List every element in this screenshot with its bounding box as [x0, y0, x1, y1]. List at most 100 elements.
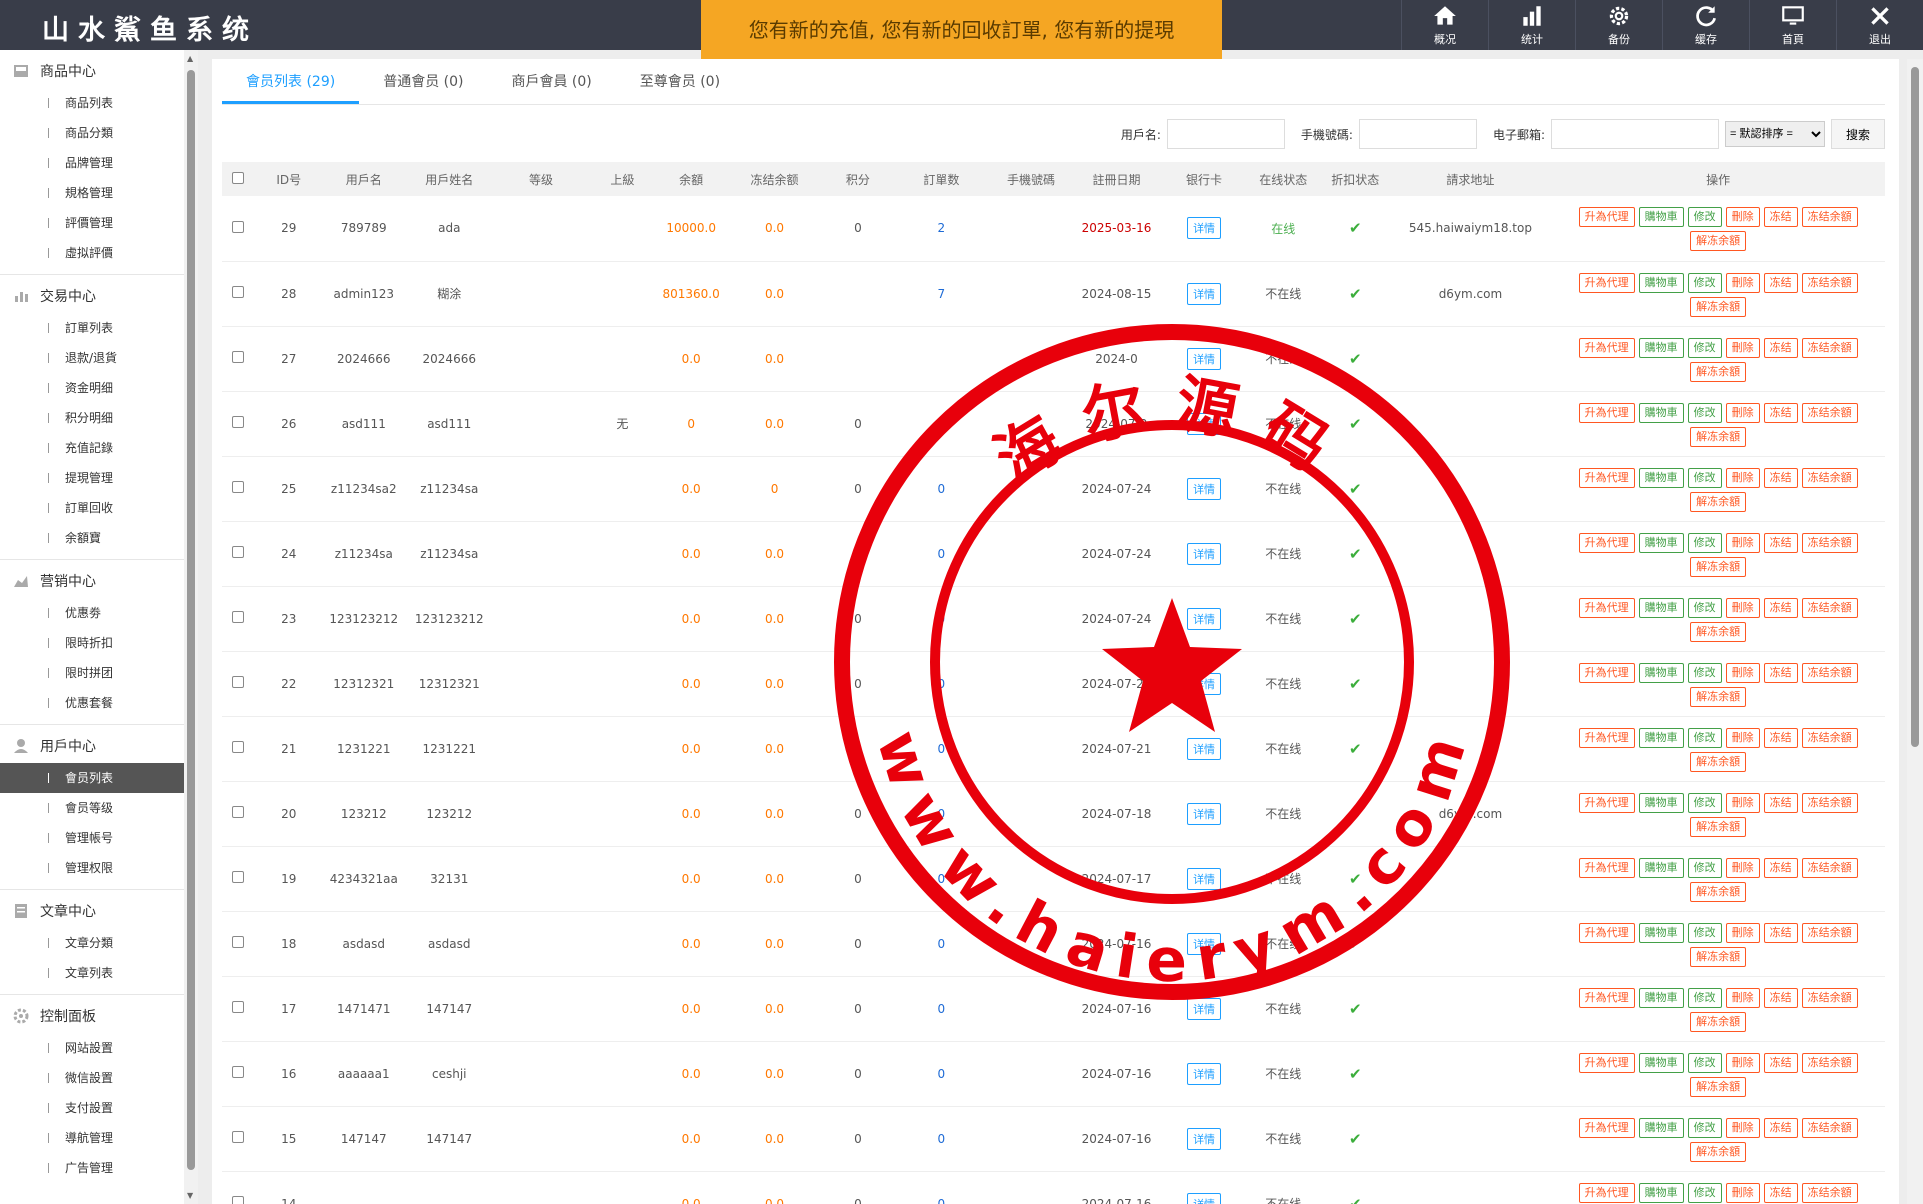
freeze-balance-button[interactable]: 冻结余額: [1801, 402, 1858, 423]
username-input[interactable]: [1166, 119, 1285, 149]
row-select-cell[interactable]: [222, 976, 253, 1041]
edit-button[interactable]: 修改: [1687, 792, 1722, 813]
promote-agent-button[interactable]: 升為代理: [1578, 337, 1635, 358]
cart-button[interactable]: 購物車: [1638, 1052, 1684, 1073]
freeze-balance-button[interactable]: 冻结余額: [1801, 597, 1858, 618]
promote-agent-button[interactable]: 升為代理: [1578, 1182, 1635, 1203]
unfreeze-balance-button[interactable]: 解冻余額: [1690, 1141, 1747, 1162]
freeze-button[interactable]: 冻结: [1763, 402, 1798, 423]
delete-button[interactable]: 刪除: [1725, 1052, 1760, 1073]
topnav-logout[interactable]: 退出: [1836, 0, 1923, 50]
row-select-cell[interactable]: [222, 391, 253, 456]
cart-button[interactable]: 購物車: [1638, 1117, 1684, 1138]
phone-input[interactable]: [1358, 119, 1477, 149]
freeze-button[interactable]: 冻结: [1763, 1117, 1798, 1138]
delete-button[interactable]: 刪除: [1725, 207, 1760, 228]
edit-button[interactable]: 修改: [1687, 532, 1722, 553]
main-scrollbar[interactable]: [1907, 59, 1923, 1204]
sidebar-group-header[interactable]: 商品中心: [0, 54, 184, 88]
sidebar-item[interactable]: 管理权限: [0, 853, 184, 883]
row-select-cell[interactable]: [222, 716, 253, 781]
freeze-button[interactable]: 冻结: [1763, 792, 1798, 813]
freeze-button[interactable]: 冻结: [1763, 467, 1798, 488]
freeze-balance-button[interactable]: 冻结余額: [1801, 467, 1858, 488]
row-select-cell[interactable]: [222, 1041, 253, 1106]
detail-button[interactable]: 详情: [1187, 347, 1222, 370]
notification-banner[interactable]: 您有新的充值, 您有新的回收訂單, 您有新的提現: [701, 0, 1222, 59]
edit-button[interactable]: 修改: [1687, 987, 1722, 1008]
edit-button[interactable]: 修改: [1687, 857, 1722, 878]
freeze-balance-button[interactable]: 冻结余額: [1801, 987, 1858, 1008]
unfreeze-balance-button[interactable]: 解冻余額: [1690, 361, 1747, 382]
delete-button[interactable]: 刪除: [1725, 532, 1760, 553]
promote-agent-button[interactable]: 升為代理: [1578, 597, 1635, 618]
edit-button[interactable]: 修改: [1687, 1052, 1722, 1073]
row-select-cell[interactable]: [222, 196, 253, 261]
scrollbar-thumb[interactable]: [1911, 67, 1919, 747]
sidebar-item[interactable]: 优惠套餐: [0, 688, 184, 718]
freeze-balance-button[interactable]: 冻结余額: [1801, 1182, 1858, 1203]
sidebar-item[interactable]: 管理帳号: [0, 823, 184, 853]
cart-button[interactable]: 購物車: [1638, 467, 1684, 488]
cart-button[interactable]: 購物車: [1638, 857, 1684, 878]
delete-button[interactable]: 刪除: [1725, 857, 1760, 878]
sidebar-item[interactable]: 商品列表: [0, 88, 184, 118]
row-select-cell[interactable]: [222, 326, 253, 391]
freeze-balance-button[interactable]: 冻结余額: [1801, 532, 1858, 553]
detail-button[interactable]: 详情: [1187, 477, 1222, 500]
cart-button[interactable]: 購物車: [1638, 792, 1684, 813]
delete-button[interactable]: 刪除: [1725, 922, 1760, 943]
row-checkbox[interactable]: [231, 1001, 244, 1013]
row-select-cell[interactable]: [222, 911, 253, 976]
row-checkbox[interactable]: [231, 871, 244, 883]
freeze-balance-button[interactable]: 冻结余額: [1801, 792, 1858, 813]
freeze-button[interactable]: 冻结: [1763, 727, 1798, 748]
sidebar-item[interactable]: 評價管理: [0, 208, 184, 238]
topnav-cache[interactable]: 缓存: [1662, 0, 1749, 50]
promote-agent-button[interactable]: 升為代理: [1578, 402, 1635, 423]
tab-premium-members[interactable]: 至尊會员 (0): [616, 59, 744, 104]
promote-agent-button[interactable]: 升為代理: [1578, 1052, 1635, 1073]
tab-member-list[interactable]: 會员列表 (29): [222, 59, 360, 104]
freeze-button[interactable]: 冻结: [1763, 532, 1798, 553]
sidebar-item[interactable]: 微信設置: [0, 1063, 184, 1093]
freeze-balance-button[interactable]: 冻结余額: [1801, 272, 1858, 293]
delete-button[interactable]: 刪除: [1725, 1182, 1760, 1203]
promote-agent-button[interactable]: 升為代理: [1578, 922, 1635, 943]
sidebar-item[interactable]: 品牌管理: [0, 148, 184, 178]
sidebar-item[interactable]: 限時折扣: [0, 628, 184, 658]
row-select-cell[interactable]: [222, 651, 253, 716]
row-checkbox[interactable]: [231, 1066, 244, 1078]
detail-button[interactable]: 详情: [1187, 932, 1222, 955]
unfreeze-balance-button[interactable]: 解冻余額: [1690, 946, 1747, 967]
unfreeze-balance-button[interactable]: 解冻余額: [1690, 751, 1747, 772]
detail-button[interactable]: 详情: [1187, 672, 1222, 695]
cart-button[interactable]: 購物車: [1638, 662, 1684, 683]
sidebar-group-header[interactable]: 用戶中心: [0, 729, 184, 763]
unfreeze-balance-button[interactable]: 解冻余額: [1690, 881, 1747, 902]
sidebar-item[interactable]: 退款/退貨: [0, 343, 184, 373]
freeze-balance-button[interactable]: 冻结余額: [1801, 857, 1858, 878]
detail-button[interactable]: 详情: [1187, 802, 1222, 825]
sidebar-item[interactable]: 訂單列表: [0, 313, 184, 343]
cart-button[interactable]: 購物車: [1638, 337, 1684, 358]
cart-button[interactable]: 購物車: [1638, 987, 1684, 1008]
row-checkbox[interactable]: [231, 546, 244, 558]
delete-button[interactable]: 刪除: [1725, 467, 1760, 488]
freeze-balance-button[interactable]: 冻结余額: [1801, 1052, 1858, 1073]
sidebar-group-header[interactable]: 控制面板: [0, 999, 184, 1033]
tab-regular-members[interactable]: 普通會员 (0): [359, 59, 487, 104]
sidebar-scrollbar[interactable]: ▲ ▼: [184, 50, 198, 1204]
promote-agent-button[interactable]: 升為代理: [1578, 662, 1635, 683]
row-select-cell[interactable]: [222, 261, 253, 326]
promote-agent-button[interactable]: 升為代理: [1578, 207, 1635, 228]
promote-agent-button[interactable]: 升為代理: [1578, 467, 1635, 488]
freeze-balance-button[interactable]: 冻结余額: [1801, 922, 1858, 943]
row-select-cell[interactable]: [222, 1106, 253, 1171]
cart-button[interactable]: 購物車: [1638, 922, 1684, 943]
cart-button[interactable]: 購物車: [1638, 1182, 1684, 1203]
sidebar-item-member-list[interactable]: 會员列表: [0, 763, 184, 793]
tab-merchant-members[interactable]: 商戶會員 (0): [487, 59, 615, 104]
sidebar-item[interactable]: 虛拟評價: [0, 238, 184, 268]
freeze-balance-button[interactable]: 冻结余額: [1801, 1117, 1858, 1138]
